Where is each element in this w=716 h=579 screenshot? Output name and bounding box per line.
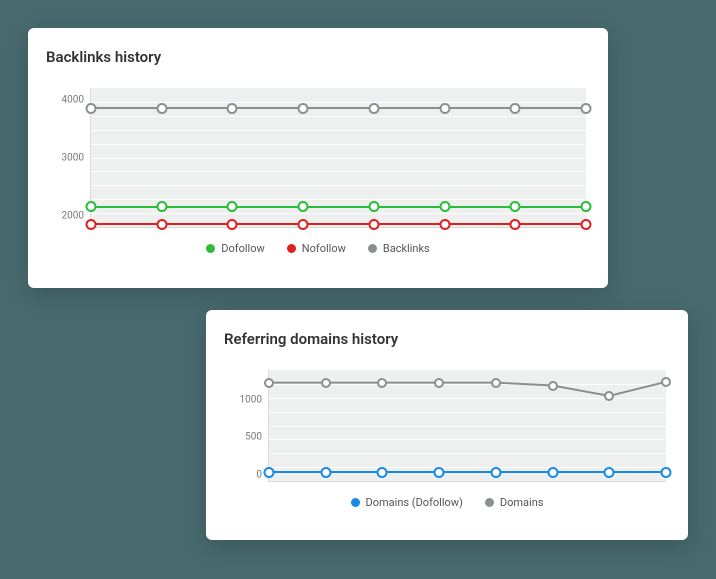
legend: Domains (Dofollow) Domains xyxy=(224,496,670,509)
circle-icon xyxy=(287,244,296,253)
data-point xyxy=(661,377,671,387)
data-point xyxy=(491,378,501,388)
legend-label: Dofollow xyxy=(221,242,264,255)
circle-icon xyxy=(485,498,494,507)
data-point xyxy=(548,381,558,391)
legend-item-domains-dofollow: Domains (Dofollow) xyxy=(351,496,463,509)
plot-area xyxy=(268,370,666,482)
card-title: Backlinks history xyxy=(46,48,590,66)
referring-domains-chart: 1000 500 0 xyxy=(224,370,670,482)
circle-icon xyxy=(206,244,215,253)
card-title: Referring domains history xyxy=(224,330,670,348)
data-point xyxy=(604,391,614,401)
legend-label: Nofollow xyxy=(302,242,346,255)
data-point xyxy=(377,378,387,388)
data-point xyxy=(264,378,274,388)
legend-label: Domains xyxy=(500,496,544,509)
y-axis: 4000 3000 2000 xyxy=(46,88,90,228)
circle-icon xyxy=(351,498,360,507)
data-point xyxy=(321,378,331,388)
y-tick-label: 1000 xyxy=(240,394,262,405)
plot-area xyxy=(90,88,586,228)
circle-icon xyxy=(368,244,377,253)
y-tick-label: 4000 xyxy=(62,94,84,105)
y-tick-label: 3000 xyxy=(62,153,84,164)
y-axis: 1000 500 0 xyxy=(224,370,268,482)
legend-item-backlinks: Backlinks xyxy=(368,242,430,255)
legend-label: Domains (Dofollow) xyxy=(366,496,463,509)
data-point xyxy=(434,378,444,388)
legend: Dofollow Nofollow Backlinks xyxy=(46,242,590,255)
legend-label: Backlinks xyxy=(383,242,430,255)
y-tick-label: 2000 xyxy=(62,211,84,222)
legend-item-dofollow: Dofollow xyxy=(206,242,264,255)
y-tick-label: 500 xyxy=(245,432,262,443)
legend-item-nofollow: Nofollow xyxy=(287,242,346,255)
backlinks-history-card: Backlinks history 4000 3000 2000 xyxy=(28,28,608,288)
backlinks-history-chart: 4000 3000 2000 xyxy=(46,88,590,228)
referring-domains-card: Referring domains history 1000 500 0 xyxy=(206,310,688,540)
legend-item-domains: Domains xyxy=(485,496,544,509)
y-tick-label: 0 xyxy=(256,469,262,480)
